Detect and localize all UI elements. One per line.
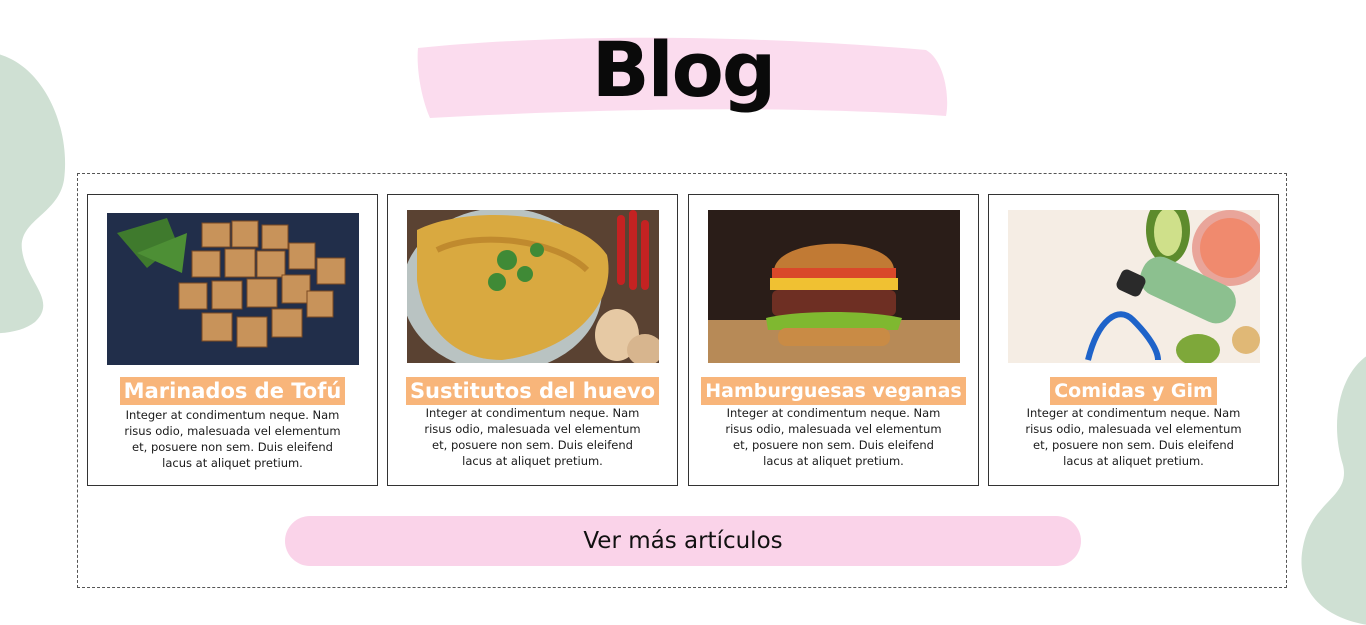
- omelette-image: [407, 210, 659, 363]
- blog-card[interactable]: Marinados de Tofú Integer at condimentum…: [87, 194, 378, 486]
- gym-food-image: [1008, 210, 1260, 363]
- card-description: Integer at condimentum neque. Nam risus …: [1025, 406, 1242, 468]
- card-description: Integer at condimentum neque. Nam risus …: [124, 408, 341, 470]
- more-articles-button[interactable]: Ver más artículos: [285, 516, 1081, 566]
- decorative-blob-right: [1301, 356, 1366, 625]
- card-title[interactable]: Marinados de Tofú: [119, 377, 346, 405]
- blog-card[interactable]: Hamburguesas veganas Integer at condimen…: [688, 194, 979, 486]
- card-title[interactable]: Sustitutos del huevo: [405, 377, 660, 405]
- burger-image: [708, 210, 960, 363]
- card-title[interactable]: Comidas y Gim: [1050, 377, 1217, 405]
- blog-card[interactable]: Sustitutos del huevo Integer at condimen…: [387, 194, 678, 486]
- card-description: Integer at condimentum neque. Nam risus …: [725, 406, 942, 468]
- tofu-image: [107, 213, 359, 365]
- card-title[interactable]: Hamburguesas veganas: [701, 377, 966, 405]
- page-title: Blog: [591, 25, 777, 114]
- blog-card[interactable]: Comidas y Gim Integer at condimentum neq…: [988, 194, 1279, 486]
- card-description: Integer at condimentum neque. Nam risus …: [424, 406, 641, 468]
